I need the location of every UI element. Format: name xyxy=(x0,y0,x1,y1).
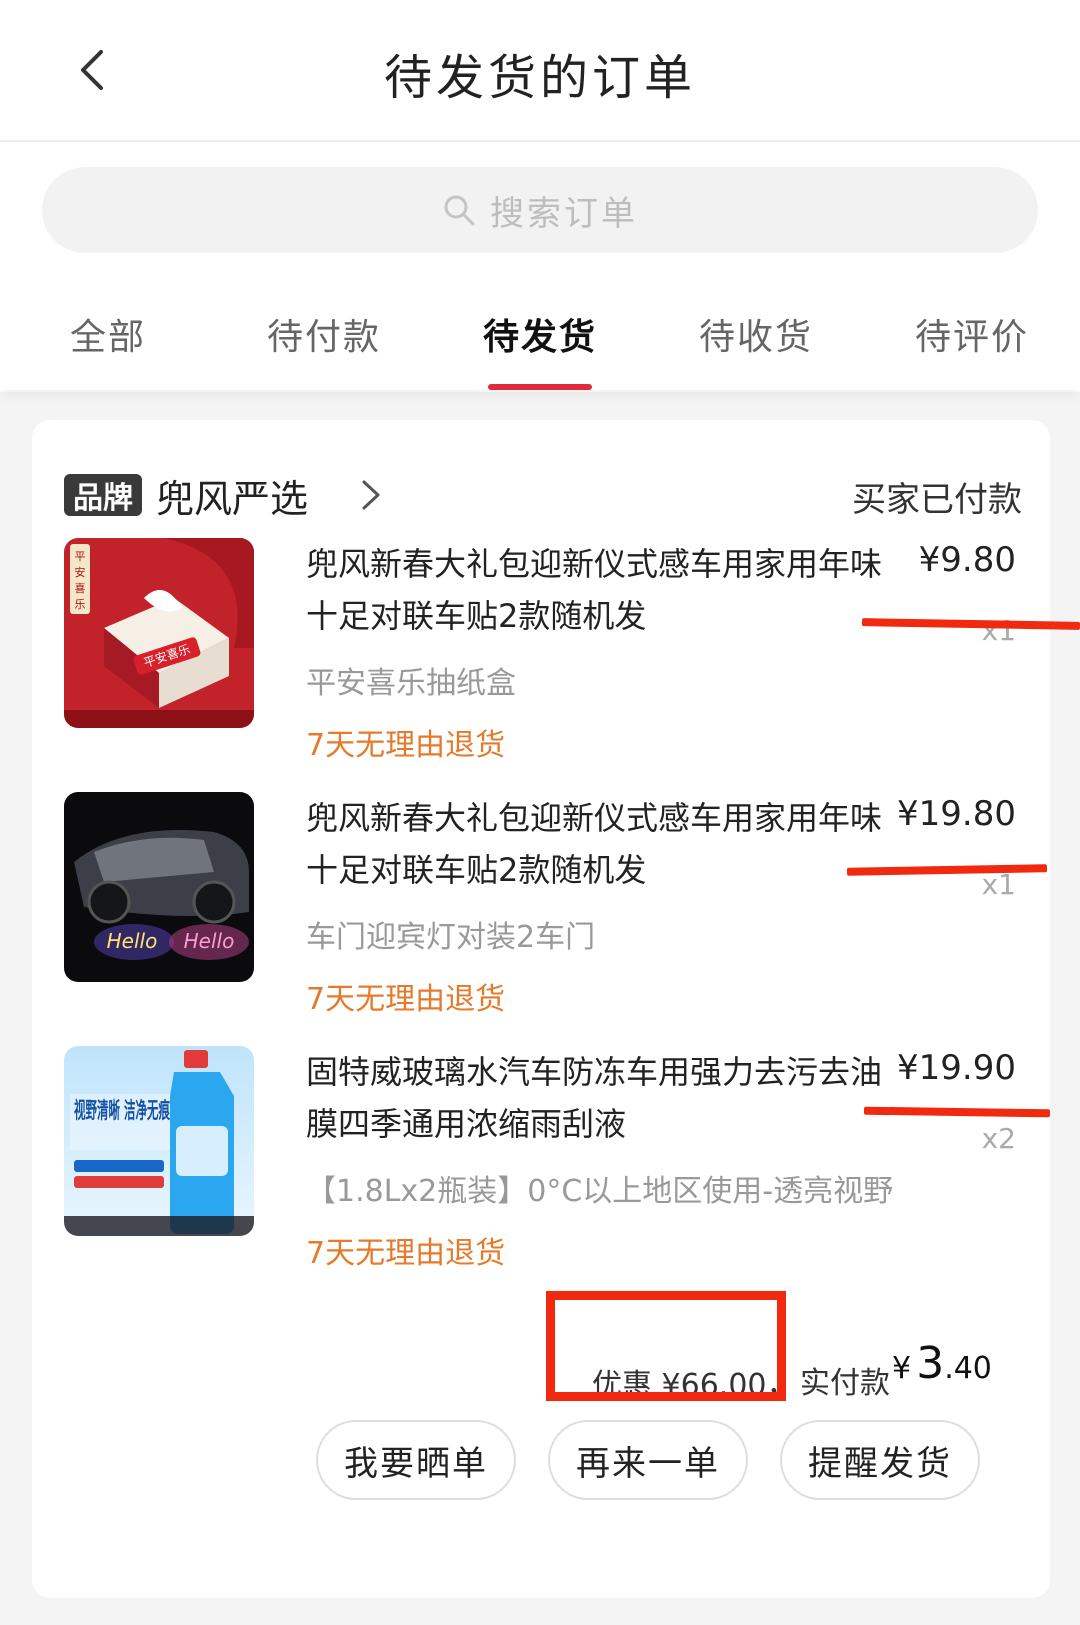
product-variant: 平安喜乐抽纸盒 xyxy=(306,666,516,701)
tab-pending-receipt[interactable]: 待收货 xyxy=(648,290,864,390)
annotation-box xyxy=(546,1291,786,1401)
brand-badge: 品牌 xyxy=(64,474,142,516)
svg-text:平: 平 xyxy=(75,550,86,563)
order-item[interactable]: 平 安 喜 乐 平安喜乐 兜风新春大礼包迎新仪式感车用家用年味十足对联车贴2款随… xyxy=(64,538,1050,778)
washer-fluid-image: 视野清晰 洁净无痕 xyxy=(64,1046,254,1236)
chevron-right-icon[interactable] xyxy=(360,478,382,512)
tab-all[interactable]: 全部 xyxy=(0,290,216,390)
product-variant: 车门迎宾灯对装2车门 xyxy=(306,920,596,955)
tab-pending-review[interactable]: 待评价 xyxy=(864,290,1080,390)
thumb-text: Hello xyxy=(184,929,235,953)
paid-amount: ¥ 3.40 xyxy=(892,1338,992,1389)
thumb-text: 视野清晰 洁净无痕 xyxy=(74,1098,171,1124)
share-review-button[interactable]: 我要晒单 xyxy=(316,1420,516,1500)
svg-text:喜: 喜 xyxy=(75,582,86,595)
page-title: 待发货的订单 xyxy=(383,50,696,106)
tab-pending-shipment[interactable]: 待发货 xyxy=(432,290,648,390)
return-policy: 7天无理由退货 xyxy=(306,1236,506,1271)
product-price: ¥9.80 xyxy=(918,540,1016,580)
svg-text:乐: 乐 xyxy=(75,598,86,611)
shop-name[interactable]: 兜风严选 xyxy=(156,468,308,523)
product-image[interactable]: 平 安 喜 乐 平安喜乐 xyxy=(64,538,254,728)
return-policy: 7天无理由退货 xyxy=(306,982,506,1017)
product-variant: 【1.8Lx2瓶装】0°C以上地区使用-透亮视野 xyxy=(306,1174,894,1209)
product-price: ¥19.80 xyxy=(897,794,1016,834)
product-image[interactable]: Hello Hello xyxy=(64,792,254,982)
paid-label: 实付款 xyxy=(800,1366,890,1401)
return-policy: 7天无理由退货 xyxy=(306,728,506,763)
product-image[interactable]: 视野清晰 洁净无痕 xyxy=(64,1046,254,1236)
welcome-light-image: Hello Hello xyxy=(64,792,254,982)
order-status: 买家已付款 xyxy=(852,480,1022,520)
search-input[interactable]: 搜索订单 xyxy=(42,167,1038,253)
search-icon xyxy=(444,195,475,226)
order-tabs: 全部 待付款 待发货 待收货 待评价 xyxy=(0,290,1080,390)
product-quantity: x2 xyxy=(981,1122,1016,1155)
remind-shipping-button[interactable]: 提醒发货 xyxy=(780,1420,980,1500)
product-title[interactable]: 兜风新春大礼包迎新仪式感车用家用年味十足对联车贴2款随机发 xyxy=(306,792,886,896)
product-title[interactable]: 固特威玻璃水汽车防冻车用强力去污去油膜四季通用浓缩雨刮液 xyxy=(306,1046,886,1150)
paid-decimal: .40 xyxy=(944,1351,992,1386)
product-price: ¥19.90 xyxy=(897,1048,1016,1088)
order-item[interactable]: Hello Hello 兜风新春大礼包迎新仪式感车用家用年味十足对联车贴2款随机… xyxy=(64,792,1050,1032)
thumb-text: Hello xyxy=(107,929,158,953)
buy-again-button[interactable]: 再来一单 xyxy=(548,1420,748,1500)
currency-symbol: ¥ xyxy=(892,1351,912,1386)
order-card: 品牌 兜风严选 买家已付款 平 安 喜 乐 平安喜乐 兜风新春大礼包迎新仪式感车… xyxy=(32,420,1080,1598)
order-item[interactable]: 视野清晰 洁净无痕 固特威玻璃水汽车防冻车用强力去污去油膜四季通用浓缩雨刮液 【… xyxy=(64,1046,1050,1286)
order-actions: 我要晒单 再来一单 提醒发货 xyxy=(32,1420,1050,1510)
svg-text:安: 安 xyxy=(75,565,86,579)
search-placeholder: 搜索订单 xyxy=(490,193,638,234)
product-quantity: x1 xyxy=(981,614,1016,647)
tab-pending-payment[interactable]: 待付款 xyxy=(216,290,432,390)
active-tab-indicator xyxy=(488,384,592,390)
tissue-box-image: 平 安 喜 乐 平安喜乐 xyxy=(64,538,254,728)
paid-integer: 3 xyxy=(916,1338,945,1389)
shop-row: 品牌 兜风严选 买家已付款 xyxy=(64,464,1022,524)
top-bar: 待发货的订单 xyxy=(0,0,1080,142)
product-title[interactable]: 兜风新春大礼包迎新仪式感车用家用年味十足对联车贴2款随机发 xyxy=(306,538,886,642)
